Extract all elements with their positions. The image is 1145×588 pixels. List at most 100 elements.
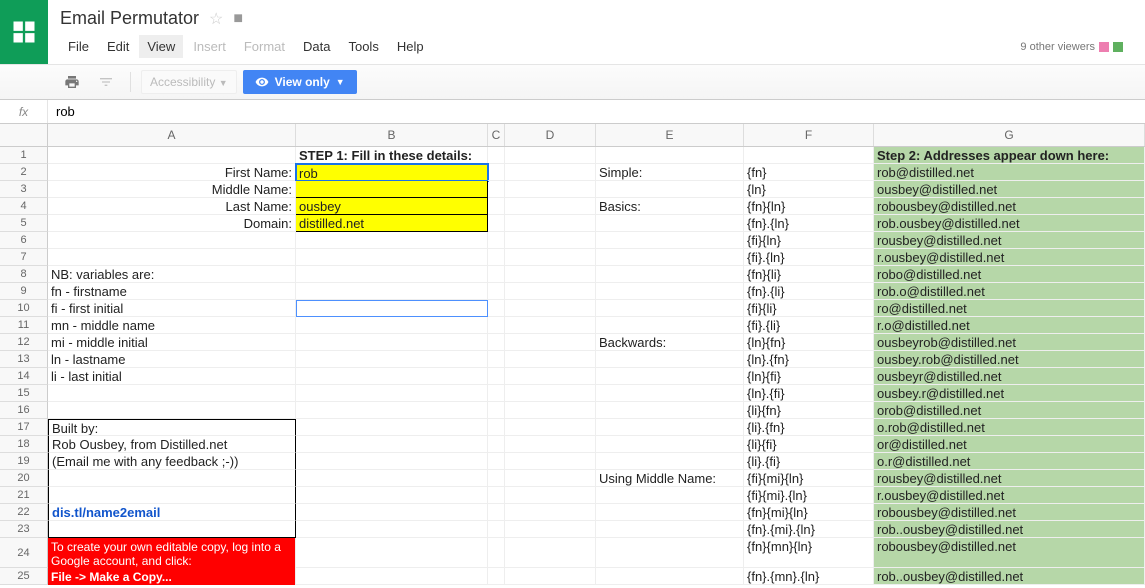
cell-F5[interactable]: {fn}.{ln} xyxy=(744,215,874,232)
menu-file[interactable]: File xyxy=(60,35,97,58)
cell-D18[interactable] xyxy=(505,436,596,453)
cell-C5[interactable] xyxy=(488,215,505,232)
cell-C6[interactable] xyxy=(488,232,505,249)
cell-G4[interactable]: robousbey@distilled.net xyxy=(874,198,1145,215)
cell-B5[interactable]: distilled.net xyxy=(296,215,488,232)
cell-B7[interactable] xyxy=(296,249,488,266)
row-header-2[interactable]: 2 xyxy=(0,164,48,181)
cell-G25[interactable]: rob..ousbey@distilled.net xyxy=(874,568,1145,585)
cell-F21[interactable]: {fi}{mi}.{ln} xyxy=(744,487,874,504)
cell-E22[interactable] xyxy=(596,504,744,521)
cell-E8[interactable] xyxy=(596,266,744,283)
cell-G22[interactable]: robousbey@distilled.net xyxy=(874,504,1145,521)
row-header-6[interactable]: 6 xyxy=(0,232,48,249)
row-header-1[interactable]: 1 xyxy=(0,147,48,164)
formula-bar[interactable] xyxy=(48,100,1145,123)
cell-F16[interactable]: {li}{fn} xyxy=(744,402,874,419)
cell-C13[interactable] xyxy=(488,351,505,368)
cell-D5[interactable] xyxy=(505,215,596,232)
cell-A15[interactable] xyxy=(48,385,296,402)
cell-F22[interactable]: {fn}{mi}{ln} xyxy=(744,504,874,521)
cell-D17[interactable] xyxy=(505,419,596,436)
cell-G5[interactable]: rob.ousbey@distilled.net xyxy=(874,215,1145,232)
cell-B1[interactable]: STEP 1: Fill in these details: xyxy=(296,147,488,164)
cell-E4[interactable]: Basics: xyxy=(596,198,744,215)
cell-E18[interactable] xyxy=(596,436,744,453)
star-icon[interactable]: ☆ xyxy=(209,9,223,29)
cell-B22[interactable] xyxy=(296,504,488,521)
cell-A22[interactable]: dis.tl/name2email xyxy=(48,504,296,521)
menu-data[interactable]: Data xyxy=(295,35,338,58)
view-only-button[interactable]: View only ▼ xyxy=(243,70,357,94)
cell-D12[interactable] xyxy=(505,334,596,351)
row-header-3[interactable]: 3 xyxy=(0,181,48,198)
cell-A4[interactable]: Last Name: xyxy=(48,198,296,215)
row-header-20[interactable]: 20 xyxy=(0,470,48,487)
cell-A9[interactable]: fn - firstname xyxy=(48,283,296,300)
row-header-11[interactable]: 11 xyxy=(0,317,48,334)
row-header-12[interactable]: 12 xyxy=(0,334,48,351)
cell-D22[interactable] xyxy=(505,504,596,521)
cell-G20[interactable]: rousbey@distilled.net xyxy=(874,470,1145,487)
cell-A19[interactable]: (Email me with any feedback ;-)) xyxy=(48,453,296,470)
cell-E21[interactable] xyxy=(596,487,744,504)
col-header-F[interactable]: F xyxy=(744,124,874,146)
cell-A14[interactable]: li - last initial xyxy=(48,368,296,385)
cell-B17[interactable] xyxy=(296,419,488,436)
cell-F2[interactable]: {fn} xyxy=(744,164,874,181)
cell-E14[interactable] xyxy=(596,368,744,385)
cell-E7[interactable] xyxy=(596,249,744,266)
cell-E11[interactable] xyxy=(596,317,744,334)
col-header-C[interactable]: C xyxy=(488,124,505,146)
cell-A7[interactable] xyxy=(48,249,296,266)
cell-C18[interactable] xyxy=(488,436,505,453)
cell-E23[interactable] xyxy=(596,521,744,538)
cell-F23[interactable]: {fn}.{mi}.{ln} xyxy=(744,521,874,538)
cell-C12[interactable] xyxy=(488,334,505,351)
cell-A3[interactable]: Middle Name: xyxy=(48,181,296,198)
cell-G1[interactable]: Step 2: Addresses appear down here: xyxy=(874,147,1145,164)
cell-E16[interactable] xyxy=(596,402,744,419)
cell-D4[interactable] xyxy=(505,198,596,215)
cell-F3[interactable]: {ln} xyxy=(744,181,874,198)
cell-C8[interactable] xyxy=(488,266,505,283)
cell-E10[interactable] xyxy=(596,300,744,317)
cell-F11[interactable]: {fi}.{li} xyxy=(744,317,874,334)
cell-E9[interactable] xyxy=(596,283,744,300)
col-header-G[interactable]: G xyxy=(874,124,1145,146)
cell-G24[interactable]: robousbey@distilled.net xyxy=(874,538,1145,568)
row-header-18[interactable]: 18 xyxy=(0,436,48,453)
cell-D16[interactable] xyxy=(505,402,596,419)
cell-A18[interactable]: Rob Ousbey, from Distilled.net xyxy=(48,436,296,453)
row-header-13[interactable]: 13 xyxy=(0,351,48,368)
cell-B18[interactable] xyxy=(296,436,488,453)
cell-D11[interactable] xyxy=(505,317,596,334)
cell-D20[interactable] xyxy=(505,470,596,487)
cell-B15[interactable] xyxy=(296,385,488,402)
row-header-9[interactable]: 9 xyxy=(0,283,48,300)
cell-C25[interactable] xyxy=(488,568,505,585)
cell-C24[interactable] xyxy=(488,538,505,568)
cell-G15[interactable]: ousbey.r@distilled.net xyxy=(874,385,1145,402)
cell-F15[interactable]: {ln}.{fi} xyxy=(744,385,874,402)
cell-A20[interactable] xyxy=(48,470,296,487)
cell-B14[interactable] xyxy=(296,368,488,385)
cell-A5[interactable]: Domain: xyxy=(48,215,296,232)
col-header-A[interactable]: A xyxy=(48,124,296,146)
cell-G17[interactable]: o.rob@distilled.net xyxy=(874,419,1145,436)
cell-B21[interactable] xyxy=(296,487,488,504)
cell-B3[interactable] xyxy=(296,181,488,198)
col-header-D[interactable]: D xyxy=(505,124,596,146)
cell-F25[interactable]: {fn}.{mn}.{ln} xyxy=(744,568,874,585)
cell-E13[interactable] xyxy=(596,351,744,368)
row-header-14[interactable]: 14 xyxy=(0,368,48,385)
cell-A16[interactable] xyxy=(48,402,296,419)
spreadsheet-grid[interactable]: A B C D E F G 1STEP 1: Fill in these det… xyxy=(0,124,1145,585)
cell-F12[interactable]: {ln}{fn} xyxy=(744,334,874,351)
cell-F20[interactable]: {fi}{mi}{ln} xyxy=(744,470,874,487)
cell-D6[interactable] xyxy=(505,232,596,249)
cell-A6[interactable] xyxy=(48,232,296,249)
cell-C11[interactable] xyxy=(488,317,505,334)
cell-D19[interactable] xyxy=(505,453,596,470)
cell-E2[interactable]: Simple: xyxy=(596,164,744,181)
